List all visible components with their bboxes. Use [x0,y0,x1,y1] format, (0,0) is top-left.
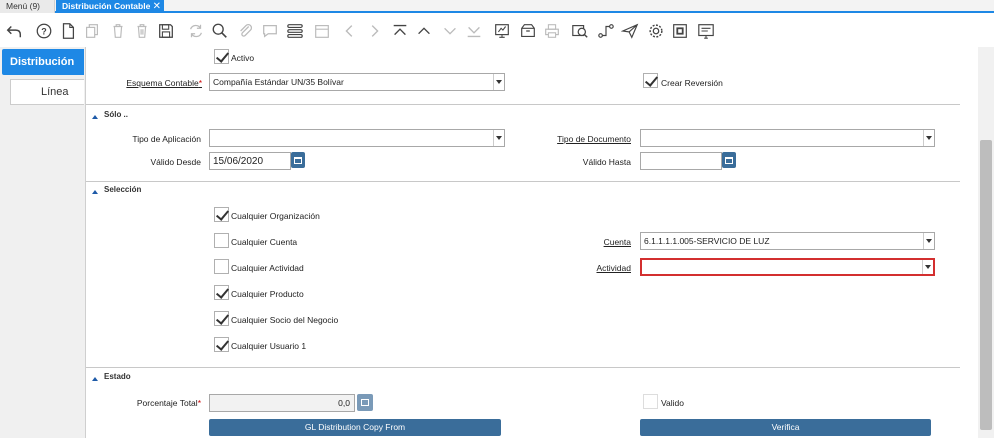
last-record-icon[interactable] [464,21,484,41]
copy-record-icon[interactable] [82,21,102,41]
search-icon[interactable] [210,21,230,41]
crear-reversion-label: Crear Reversión [661,78,723,88]
any-cuenta-label: Cualquier Cuenta [231,237,298,247]
chevron-down-icon[interactable] [923,130,934,146]
any-actividad-checkbox[interactable] [214,259,229,274]
detail-tab-panel: Distribución Línea [0,47,86,438]
valido-desde-label: Válido Desde [150,157,201,167]
previous-record-icon[interactable] [340,21,360,41]
valido-label: Valido [661,398,684,408]
zoom-across-icon[interactable] [570,21,590,41]
save-icon[interactable] [156,21,176,41]
esquema-contable-label: Esquema Contable* [126,78,202,88]
any-producto-label: Cualquier Producto [231,289,304,299]
calculator-icon[interactable] [357,394,373,411]
vertical-scrollbar-thumb[interactable] [980,140,992,430]
any-producto-checkbox[interactable] [214,285,229,300]
section-title-seleccion[interactable]: Selección [104,185,141,194]
delete-icon[interactable] [108,21,128,41]
any-socio-checkbox[interactable] [214,311,229,326]
side-tab-linea[interactable]: Línea [10,79,84,105]
collapse-triangle-icon[interactable] [92,190,98,194]
collapse-triangle-icon[interactable] [92,115,98,119]
gear-icon[interactable] [646,21,666,41]
any-actividad-label: Cualquier Actividad [231,263,304,273]
grid-toggle-icon[interactable] [285,21,305,41]
tipo-documento-label: Tipo de Documento [557,134,631,144]
valido-hasta-field[interactable] [640,152,722,170]
archive-icon[interactable] [518,21,538,41]
section-divider [86,104,960,105]
section-title-solo[interactable]: Sólo .. [104,110,128,119]
chevron-down-icon[interactable] [493,130,504,146]
valido-desde-field[interactable]: 15/06/2020 [209,152,291,170]
calendar-icon[interactable] [722,152,736,168]
side-tab-distribucion[interactable]: Distribución [2,49,84,75]
tab-distribucion-contable[interactable]: Distribución Contable ✕ [56,0,164,13]
porcentaje-total-field: 0,0 [209,394,355,412]
report-icon[interactable] [492,21,512,41]
section-title-estado[interactable]: Estado [104,372,131,381]
window-info-icon[interactable] [696,21,716,41]
svg-text:?: ? [41,27,47,37]
cuenta-field[interactable]: 6.1.1.1.1.005-SERVICIO DE LUZ [640,232,935,250]
calendar-icon[interactable] [312,21,332,41]
tab-title: Distribución Contable [62,1,151,11]
tipo-aplicacion-field[interactable] [209,129,505,147]
any-cuenta-checkbox[interactable] [214,233,229,248]
chevron-down-icon[interactable] [923,233,934,249]
help-icon[interactable]: ? [34,21,54,41]
esquema-contable-value: Compañía Estándar UN/35 Bolívar [213,77,344,87]
collapse-triangle-icon[interactable] [92,377,98,381]
activo-label: Activo [231,53,255,63]
any-socio-label: Cualquier Socio del Negocio [231,315,339,325]
toolbar: ? [0,15,994,47]
new-record-icon[interactable] [58,21,78,41]
any-org-label: Cualquier Organización [231,211,320,221]
undo-icon[interactable] [4,21,24,41]
gl-distribution-copy-from-button[interactable]: GL Distribution Copy From [209,419,501,436]
calendar-icon[interactable] [291,152,305,168]
cuenta-label: Cuenta [603,237,631,247]
any-org-checkbox[interactable] [214,207,229,222]
section-divider [86,181,960,182]
valido-desde-value: 15/06/2020 [213,156,264,167]
any-usuario-label: Cualquier Usuario 1 [231,341,307,351]
previous-row-icon[interactable] [414,21,434,41]
porcentaje-total-value: 0,0 [338,398,350,408]
process-icon[interactable] [670,21,690,41]
tipo-aplicacion-label: Tipo de Aplicación [132,134,201,144]
chat-icon[interactable] [260,21,280,41]
activo-checkbox[interactable] [214,49,229,64]
tab-menu[interactable]: Menú (9) [0,0,55,13]
delete-selection-icon[interactable] [132,21,152,41]
cuenta-value: 6.1.1.1.1.005-SERVICIO DE LUZ [644,236,770,246]
workflow-icon[interactable] [596,21,616,41]
tipo-documento-field[interactable] [640,129,935,147]
close-icon[interactable]: ✕ [153,0,161,13]
any-usuario-checkbox[interactable] [214,337,229,352]
print-icon[interactable] [542,21,562,41]
chevron-down-icon[interactable] [922,260,933,274]
chevron-down-icon[interactable] [493,74,504,90]
esquema-contable-field[interactable]: Compañía Estándar UN/35 Bolívar [209,73,505,91]
refresh-icon[interactable] [186,21,206,41]
crear-reversion-checkbox[interactable] [643,73,658,88]
next-row-icon[interactable] [440,21,460,41]
attachment-icon[interactable] [236,21,256,41]
actividad-label: Actividad [596,263,632,273]
first-record-icon[interactable] [390,21,410,41]
verifica-button[interactable]: Verifica [640,419,931,436]
valido-hasta-label: Válido Hasta [582,157,631,167]
actividad-field[interactable] [640,258,935,276]
send-icon[interactable] [620,21,640,41]
section-divider [86,367,960,368]
valido-checkbox[interactable] [643,394,658,409]
next-record-icon[interactable] [364,21,384,41]
porcentaje-total-label: Porcentaje Total* [136,398,201,408]
window-tab-bar: Menú (9) Distribución Contable ✕ [0,0,994,13]
